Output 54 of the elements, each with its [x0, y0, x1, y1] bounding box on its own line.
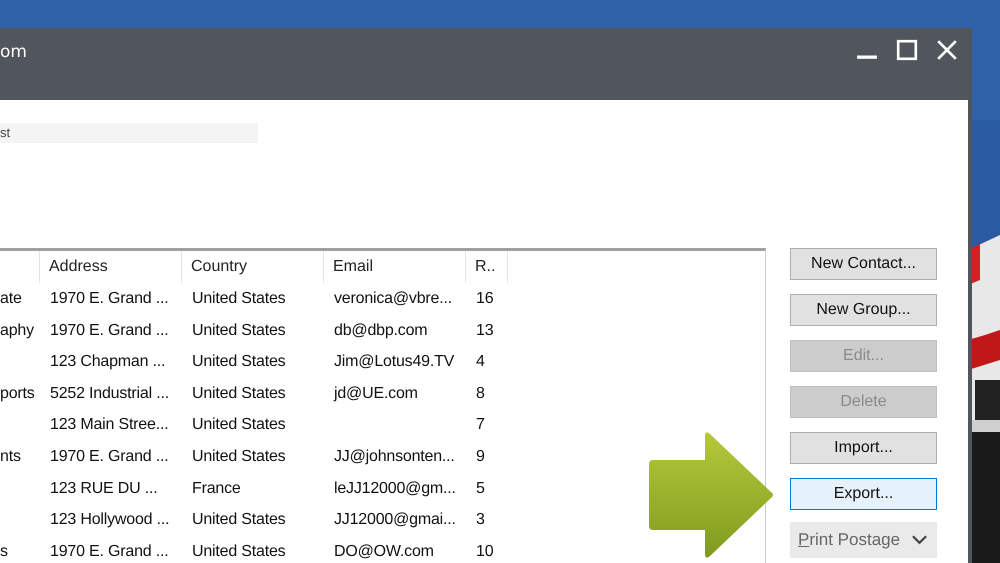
- action-button[interactable]: New Contact...: [790, 248, 937, 280]
- table-cell: 9: [476, 448, 485, 465]
- table-cell: 16: [476, 290, 494, 307]
- table-cell: JJ@johnsonten...: [334, 448, 455, 465]
- table-cell: United States: [192, 322, 286, 339]
- table-cell: United States: [192, 416, 286, 434]
- table-cell: 3: [476, 511, 485, 528]
- search-field[interactable]: st: [0, 123, 258, 143]
- chevron-down-icon: [912, 535, 927, 545]
- table-cell: db@dbp.com: [334, 322, 428, 339]
- table-cell: 1970 E. Grand ...: [50, 290, 168, 307]
- table-cell: veronica@vbre...: [334, 290, 452, 307]
- table-cell: France: [192, 480, 241, 497]
- column-header[interactable]: Address: [49, 258, 108, 275]
- table-cell: ate: [0, 290, 22, 307]
- table-cell: 123 Hollywood ...: [50, 511, 170, 528]
- table-cell: DO@OW.com: [334, 542, 434, 560]
- table-cell: 123 Main Stree...: [50, 416, 168, 434]
- table-cell: 1970 E. Grand ...: [50, 448, 168, 465]
- action-button[interactable]: Export...: [790, 478, 937, 510]
- table-cell: 123 RUE DU ...: [50, 480, 158, 497]
- print-postage-dropdown[interactable]: Print Postage: [790, 522, 937, 558]
- table-cell: 1970 E. Grand ...: [50, 322, 168, 339]
- action-button[interactable]: Import...: [790, 432, 937, 464]
- table-cell: United States: [192, 384, 286, 402]
- window-title: om: [0, 42, 27, 62]
- table-cell: nts: [0, 448, 21, 465]
- table-cell: United States: [192, 353, 286, 370]
- table-cell: United States: [192, 448, 286, 465]
- table-cell: United States: [192, 290, 286, 307]
- table-cell: 5: [476, 480, 485, 497]
- table-cell: Jim@Lotus49.TV: [334, 353, 454, 370]
- action-button[interactable]: New Group...: [790, 294, 937, 326]
- table-cell: 1970 E. Grand ...: [50, 542, 168, 560]
- table-cell: leJJ12000@gm...: [334, 480, 456, 497]
- table-cell: United States: [192, 542, 286, 560]
- table-cell: 5252 Industrial ...: [50, 384, 169, 402]
- table-cell: aphy: [0, 322, 34, 339]
- table-cell: 10: [476, 542, 494, 560]
- column-header[interactable]: R..: [475, 258, 496, 275]
- close-icon[interactable]: [936, 39, 958, 61]
- table-cell: ports: [0, 384, 35, 402]
- column-header[interactable]: Email: [333, 258, 374, 275]
- table-cell: 13: [476, 322, 494, 339]
- column-header[interactable]: Country: [191, 258, 248, 275]
- table-cell: 8: [476, 384, 485, 402]
- table-cell: JJ12000@gmai...: [334, 511, 456, 528]
- table-cell: jd@UE.com: [334, 384, 418, 402]
- maximize-icon[interactable]: [896, 39, 918, 61]
- table-cell: 123 Chapman ...: [50, 353, 166, 370]
- table-cell: United States: [192, 511, 286, 528]
- table-cell: s: [0, 542, 8, 560]
- table-cell: 7: [476, 416, 485, 434]
- table-cell: 4: [476, 353, 485, 370]
